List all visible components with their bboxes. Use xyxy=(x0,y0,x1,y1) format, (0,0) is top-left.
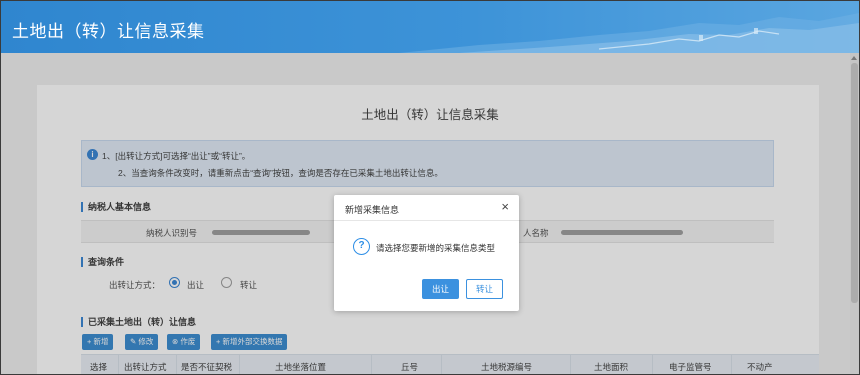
header-decoration xyxy=(399,13,859,53)
app-header: 土地出（转）让信息采集 xyxy=(1,1,859,53)
question-icon: ? xyxy=(353,238,370,255)
close-icon[interactable]: × xyxy=(501,200,509,213)
new-collection-dialog: 新增采集信息 × ? 请选择您要新增的采集信息类型 出让 转让 xyxy=(334,195,519,311)
app-window: 土地出（转）让信息采集 土地出（转）让信息采集 i 1、[出转让方式]可选择“出… xyxy=(0,0,860,375)
app-title: 土地出（转）让信息采集 xyxy=(12,22,205,41)
dialog-divider xyxy=(334,220,519,221)
sell-button[interactable]: 出让 xyxy=(422,279,459,299)
dialog-title: 新增采集信息 xyxy=(345,205,400,215)
transfer-button[interactable]: 转让 xyxy=(466,279,503,299)
dialog-message: 请选择您要新增的采集信息类型 xyxy=(376,243,496,253)
